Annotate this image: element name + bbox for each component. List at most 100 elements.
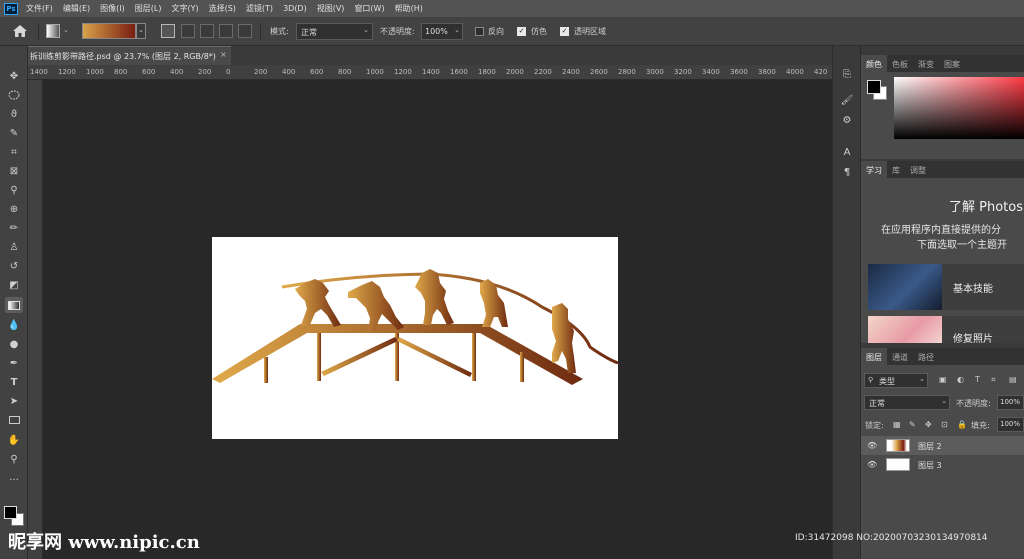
history-panel-icon[interactable]: ⎘ bbox=[839, 66, 855, 82]
gradient-tool-icon[interactable] bbox=[5, 297, 23, 313]
quick-selection-tool-icon[interactable]: ✎ bbox=[5, 125, 23, 141]
clone-stamp-tool-icon[interactable]: ♙ bbox=[5, 239, 23, 255]
blend-mode-value: 正常 bbox=[869, 399, 885, 408]
radial-gradient-button[interactable] bbox=[181, 24, 195, 38]
type-filter-icon[interactable]: T bbox=[975, 375, 980, 384]
gradient-tool-preset-icon[interactable] bbox=[46, 24, 60, 38]
layer-row[interactable]: 👁 图层 3 bbox=[861, 455, 1024, 474]
brush-settings-icon[interactable]: 🖌 bbox=[839, 92, 855, 108]
dither-checkbox[interactable]: ✓ bbox=[517, 27, 526, 36]
color-panel bbox=[861, 72, 1024, 159]
diamond-gradient-button[interactable] bbox=[238, 24, 252, 38]
horizontal-ruler: 1400 1200 1000 800 600 400 200 0 200 400 600 800 100… bbox=[28, 65, 832, 80]
rectangle-tool-icon[interactable] bbox=[5, 412, 23, 428]
reflected-gradient-button[interactable] bbox=[219, 24, 233, 38]
menu-help[interactable]: 帮助(H) bbox=[395, 3, 423, 14]
menu-select[interactable]: 选择(S) bbox=[209, 3, 236, 14]
tab-libraries[interactable]: 库 bbox=[887, 161, 905, 178]
lasso-tool-icon[interactable]: ϑ bbox=[5, 106, 23, 122]
menu-file[interactable]: 文件(F) bbox=[26, 3, 53, 14]
blend-mode-select[interactable]: 正常 ⌄ bbox=[864, 395, 950, 410]
document-canvas[interactable] bbox=[212, 237, 619, 439]
color-picker-field[interactable] bbox=[894, 77, 1024, 139]
mode-select[interactable]: 正常 ⌄ bbox=[296, 23, 373, 40]
marquee-tool-icon[interactable] bbox=[5, 87, 23, 103]
foreground-color-swatch[interactable] bbox=[4, 506, 17, 519]
tab-swatches[interactable]: 色板 bbox=[887, 55, 913, 72]
ruler-tick: 1400 bbox=[422, 68, 440, 76]
layer-opacity-input[interactable]: 100% bbox=[997, 395, 1024, 410]
lock-pixels-icon[interactable]: ✎ bbox=[909, 420, 916, 429]
menu-filter[interactable]: 滤镜(T) bbox=[246, 3, 273, 14]
brush-tool-icon[interactable]: ✏ bbox=[5, 220, 23, 236]
character-panel-icon[interactable]: A bbox=[839, 144, 855, 160]
ruler-tick: 1200 bbox=[394, 68, 412, 76]
frame-tool-icon[interactable]: ⊠ bbox=[5, 163, 23, 179]
paragraph-panel-icon[interactable]: ¶ bbox=[839, 164, 855, 180]
shape-filter-icon[interactable]: ⌗ bbox=[991, 375, 996, 385]
pixel-filter-icon[interactable]: ▣ bbox=[939, 375, 947, 384]
eyedropper-tool-icon[interactable]: ⚲ bbox=[5, 182, 23, 198]
tab-adjustments[interactable]: 调整 bbox=[905, 161, 931, 178]
path-selection-tool-icon[interactable]: ➤ bbox=[5, 393, 23, 409]
eraser-tool-icon[interactable]: ◩ bbox=[5, 277, 23, 293]
menu-edit[interactable]: 编辑(E) bbox=[63, 3, 90, 14]
more-tools-icon[interactable]: ··· bbox=[5, 472, 23, 488]
blur-tool-icon[interactable]: 💧 bbox=[5, 317, 23, 333]
lock-all-icon[interactable]: 🔒 bbox=[957, 420, 967, 429]
eye-icon[interactable]: 👁 bbox=[867, 460, 877, 469]
tab-color[interactable]: 颜色 bbox=[861, 55, 887, 72]
hand-tool-icon[interactable]: ✋ bbox=[5, 432, 23, 448]
fill-input[interactable]: 100% bbox=[997, 417, 1024, 432]
lock-position-icon[interactable]: ✥ bbox=[925, 420, 932, 429]
transparency-checkbox[interactable]: ✓ bbox=[560, 27, 569, 36]
lock-transparency-icon[interactable]: ▦ bbox=[893, 420, 901, 429]
linear-gradient-button[interactable] bbox=[161, 24, 175, 38]
reverse-checkbox[interactable] bbox=[475, 27, 484, 36]
layer-row[interactable]: 👁 图层 2 bbox=[861, 436, 1024, 455]
angle-gradient-button[interactable] bbox=[200, 24, 214, 38]
zoom-tool-icon[interactable]: ⚲ bbox=[5, 451, 23, 467]
ruler-tick: 1600 bbox=[450, 68, 468, 76]
document-tab-title: 拆训练剪影带路径.psd @ 23.7% (图层 2, RGB/8*) bbox=[30, 52, 216, 61]
tab-paths[interactable]: 路径 bbox=[913, 348, 939, 365]
close-icon[interactable]: × bbox=[220, 50, 227, 59]
lock-artboard-icon[interactable]: ⊡ bbox=[941, 420, 948, 429]
tab-channels[interactable]: 通道 bbox=[887, 348, 913, 365]
menu-3d[interactable]: 3D(D) bbox=[283, 4, 307, 13]
menu-layer[interactable]: 图层(L) bbox=[135, 3, 162, 14]
type-tool-icon[interactable]: T bbox=[5, 374, 23, 390]
crop-tool-icon[interactable]: ⌗ bbox=[5, 144, 23, 160]
tab-layers[interactable]: 图层 bbox=[861, 348, 887, 365]
ruler-tick: 0 bbox=[226, 68, 231, 76]
chevron-down-icon[interactable]: ⌄ bbox=[63, 26, 69, 34]
tab-learn[interactable]: 学习 bbox=[861, 161, 887, 178]
pen-tool-icon[interactable]: ✒ bbox=[5, 355, 23, 371]
learn-card-basic-skills[interactable]: 基本技能 bbox=[868, 264, 1024, 310]
menu-image[interactable]: 图像(I) bbox=[100, 3, 125, 14]
dodge-tool-icon[interactable]: ● bbox=[5, 336, 23, 352]
smart-object-filter-icon[interactable]: ▤ bbox=[1009, 375, 1017, 384]
home-icon[interactable] bbox=[12, 24, 28, 38]
adjustments-icon[interactable]: ⚙ bbox=[839, 112, 855, 128]
chevron-down-icon: ⌄ bbox=[363, 26, 369, 34]
move-tool-icon[interactable]: ✥ bbox=[5, 68, 23, 84]
menu-type[interactable]: 文字(Y) bbox=[171, 3, 198, 14]
gradient-dropdown-icon[interactable]: ⌄ bbox=[136, 23, 146, 39]
menu-view[interactable]: 视图(V) bbox=[317, 3, 345, 14]
tab-gradients[interactable]: 渐变 bbox=[913, 55, 939, 72]
learn-card-fix-photo[interactable]: 修复照片 bbox=[868, 316, 1024, 343]
history-brush-tool-icon[interactable]: ↺ bbox=[5, 258, 23, 274]
gradient-preview[interactable] bbox=[82, 23, 136, 39]
color-fg-swatch[interactable] bbox=[867, 80, 881, 94]
adjustment-filter-icon[interactable]: ◐ bbox=[957, 375, 964, 384]
menu-bar: Ps 文件(F) 编辑(E) 图像(I) 图层(L) 文字(Y) 选择(S) 滤… bbox=[0, 0, 1024, 17]
tab-patterns[interactable]: 图案 bbox=[939, 55, 965, 72]
eye-icon[interactable]: 👁 bbox=[867, 441, 877, 450]
opacity-input[interactable]: 100% ⌄ bbox=[421, 23, 463, 40]
document-tab[interactable]: 拆训练剪影带路径.psd @ 23.7% (图层 2, RGB/8*) bbox=[28, 46, 231, 65]
menu-window[interactable]: 窗口(W) bbox=[354, 3, 384, 14]
ruler-tick: 2600 bbox=[590, 68, 608, 76]
healing-brush-tool-icon[interactable]: ⊕ bbox=[5, 201, 23, 217]
layer-filter-select[interactable]: ⚲ 类型 ⌄ bbox=[864, 373, 928, 388]
